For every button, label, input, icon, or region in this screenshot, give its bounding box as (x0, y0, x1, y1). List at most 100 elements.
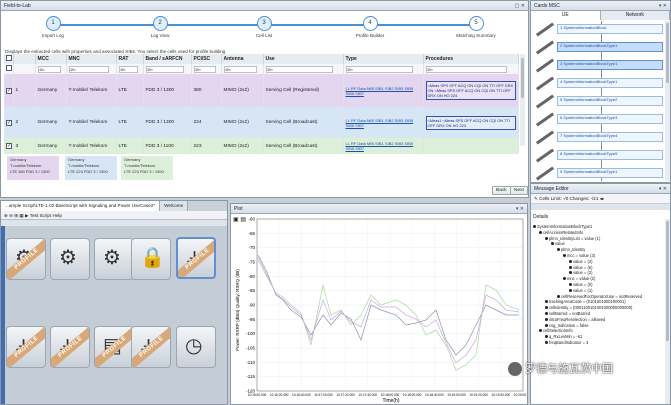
msc-message[interactable]: 8 SystemInformationBlockType5 (557, 150, 663, 160)
panel-controls-icon[interactable]: ▾ ✕ (659, 1, 667, 11)
msc-message[interactable]: 1 SystemInformationBlock (557, 24, 663, 34)
step-label: Matching Summary (456, 33, 496, 38)
select-all-checkbox[interactable] (4, 54, 14, 64)
column-header-use[interactable]: Use (263, 54, 344, 64)
step-cell-list[interactable]: 3 Cell List (229, 16, 299, 38)
next-button[interactable]: Next (510, 186, 528, 195)
table-row[interactable]: ✓ 2 Germany T-mobile/ Telekom LTE FDD 3 … (4, 107, 519, 138)
selected-cell-chip[interactable]: Germany T-mobile/Telekom LTE 380 FDD 3 /… (7, 156, 59, 180)
plot-canvas[interactable]: -60 -65 -70 -75 -80 -85 -90 -95 -100 -105 -110 -115… (231, 215, 527, 405)
selected-cell-chip[interactable]: Germany T-mobile/Telekom LTE 224 FDD 3 /… (65, 156, 117, 180)
tree-node-bullet-icon (539, 329, 542, 333)
nav-icon[interactable]: ◂▸ (600, 196, 605, 201)
msc-message[interactable]: 6 SystemInformationBlockType3 (557, 114, 663, 124)
column-header-procedures[interactable]: Procedures (423, 54, 519, 64)
msc-message[interactable]: 4 SystemInformationBlockType1 (557, 78, 663, 88)
profile-tile[interactable]: ⚶ PROFILE (50, 326, 90, 368)
filter-select[interactable]: Ø= (265, 65, 333, 73)
watermark-text: 罗德与施瓦茨中国 (525, 363, 613, 375)
edit-pencil-icon[interactable] (535, 58, 555, 73)
row-checkbox[interactable]: ✓ (4, 138, 14, 154)
procedures-box[interactable]: <Meas1 <Meas SPS OFF ACQ ON CQI ON TTI O… (425, 115, 516, 130)
filter-select[interactable]: Ø= (68, 65, 109, 73)
filter-checkbox[interactable] (4, 64, 14, 74)
profile-tile[interactable]: ⚶ PROFILE (131, 326, 171, 368)
row-checkbox[interactable]: ✓ (4, 74, 14, 107)
profile-tile[interactable]: ⚙ PROFILE (6, 238, 46, 280)
column-header-rat[interactable]: RAT (116, 54, 144, 64)
zoom-in-icon[interactable]: ⊕ (4, 213, 8, 218)
cards-msc-title: Cards MSC (534, 3, 560, 9)
column-header-mnc[interactable]: MNC (66, 54, 117, 64)
table-row[interactable]: ✓ 1 Germany T-mobile/ Telekom LTE FDD 3 … (4, 74, 519, 107)
row-number: 3 (13, 138, 36, 154)
filter-select[interactable]: Ø= (345, 65, 413, 73)
edit-pencil-icon[interactable] (535, 40, 555, 55)
column-header-antenna[interactable]: Antenna (221, 54, 264, 64)
profile-tile[interactable]: 🔒 (131, 238, 171, 280)
filter-select[interactable]: Ø= (425, 65, 507, 73)
edit-pencil-icon[interactable] (535, 112, 555, 127)
fit-icon[interactable]: ⊞ (14, 213, 18, 218)
msc-message[interactable]: 2 SystemInformationBlockType1 (557, 42, 663, 52)
panel-controls-icon[interactable]: ▾ ✕ (516, 204, 524, 214)
step-profile-builder[interactable]: 4 Profile Builder (335, 16, 405, 38)
test-script-help-label[interactable]: Test Script Help (30, 213, 62, 218)
grid-icon[interactable]: ▦ (19, 213, 23, 218)
column-header-mcc[interactable]: MCC (35, 54, 67, 64)
sib-links[interactable]: LL RF Data MIB SIB1 SIB2 SIB3 SIB5 SIB6 … (346, 118, 421, 128)
table-scrollbar-thumb[interactable] (521, 58, 524, 98)
profile-tile[interactable]: ▤ PROFILE (94, 326, 134, 368)
column-header-pci[interactable]: PCI/SC (191, 54, 222, 64)
profile-tile[interactable]: ⚙ (94, 238, 134, 280)
column-header-band[interactable]: Band / sARFCN (143, 54, 192, 64)
procedures-box[interactable]: <Meas SPS OFF ACQ ON CQI ON TTI OFF DRX … (425, 81, 516, 100)
profile-tile[interactable]: ⚙ (50, 238, 90, 280)
msc-message[interactable]: 9 SystemInformationBlockType1 (557, 168, 663, 178)
table-scrollbar[interactable] (520, 54, 525, 146)
run-icon[interactable]: ▶ (25, 213, 29, 218)
column-header-type[interactable]: Type (343, 54, 424, 64)
step-import-log[interactable]: 1 Import Log (18, 16, 88, 38)
edit-pencil-icon[interactable] (535, 130, 555, 145)
tab-welcome[interactable]: Welcome (160, 201, 189, 211)
profile-tile[interactable]: ⚶ PROFILE (6, 326, 46, 368)
cells-label[interactable]: Cells (539, 196, 549, 201)
edit-pencil-icon[interactable] (535, 148, 555, 163)
sib-links[interactable]: LL RF Data MIB SIB1 SIB2 SIB3 SIB5 SIB6 … (346, 141, 421, 151)
filter-select[interactable]: Ø= (37, 65, 61, 73)
step-log-view[interactable]: 2 Log View (125, 16, 195, 38)
panel-controls-icon[interactable]: ▢ ✕ (515, 1, 525, 11)
editor-separator (531, 204, 670, 210)
step-matching-summary[interactable]: 5 Matching Summary (441, 16, 511, 38)
edit-icon[interactable]: ✎ (534, 196, 538, 201)
msc-scrollbar-thumb[interactable] (666, 23, 669, 83)
sib-links[interactable]: LL RF Data MIB SIB1 SIB2 SIB3 SIB5 SIB6 … (346, 86, 421, 96)
tab-ue[interactable]: UE (531, 11, 601, 20)
tree-node[interactable]: freqBandIndicator = 3 (533, 340, 642, 346)
back-button[interactable]: Back (492, 186, 511, 195)
profile-tile[interactable]: ◷ (176, 326, 216, 368)
filter-select[interactable]: Ø= (193, 65, 216, 73)
msc-message[interactable]: 7 SystemInformationBlockType4 (557, 132, 663, 142)
filter-select[interactable]: Ø= (118, 65, 139, 73)
row-checkbox[interactable]: ✓ (4, 107, 14, 138)
edit-pencil-icon[interactable] (535, 76, 555, 91)
tab-base-script[interactable]: ...ample Script\LTE-1.02 BaseScript with… (1, 201, 161, 211)
tab-network[interactable]: Network (600, 11, 670, 20)
profile-tile[interactable]: ⚶ PROFILE (176, 237, 216, 279)
edit-pencil-icon[interactable] (535, 22, 555, 37)
filter-select[interactable]: Ø= (223, 65, 257, 73)
tree-node-bullet-icon (557, 248, 560, 252)
selected-cell-chip[interactable]: Germany T-mobile/Telekom LTE 223 FDD 3 /… (121, 156, 173, 180)
edit-pencil-icon[interactable] (535, 166, 555, 181)
filter-select[interactable]: Ø= (145, 65, 185, 73)
msc-message[interactable]: 3 SystemInformationBlockType1 (557, 60, 663, 70)
panel-controls-icon[interactable]: ▾ ✕ (659, 184, 667, 194)
message-tree-scrollbar-thumb[interactable] (666, 221, 669, 341)
msc-message[interactable]: 5 SystemInformationBlockType2 (557, 96, 663, 106)
msc-scrollbar[interactable] (665, 21, 670, 181)
edit-pencil-icon[interactable] (535, 94, 555, 109)
zoom-out-icon[interactable]: ⊖ (9, 213, 13, 218)
table-row[interactable]: ✓ 3 Germany T-mobile/ Telekom LTE FDD 3 … (4, 138, 519, 154)
